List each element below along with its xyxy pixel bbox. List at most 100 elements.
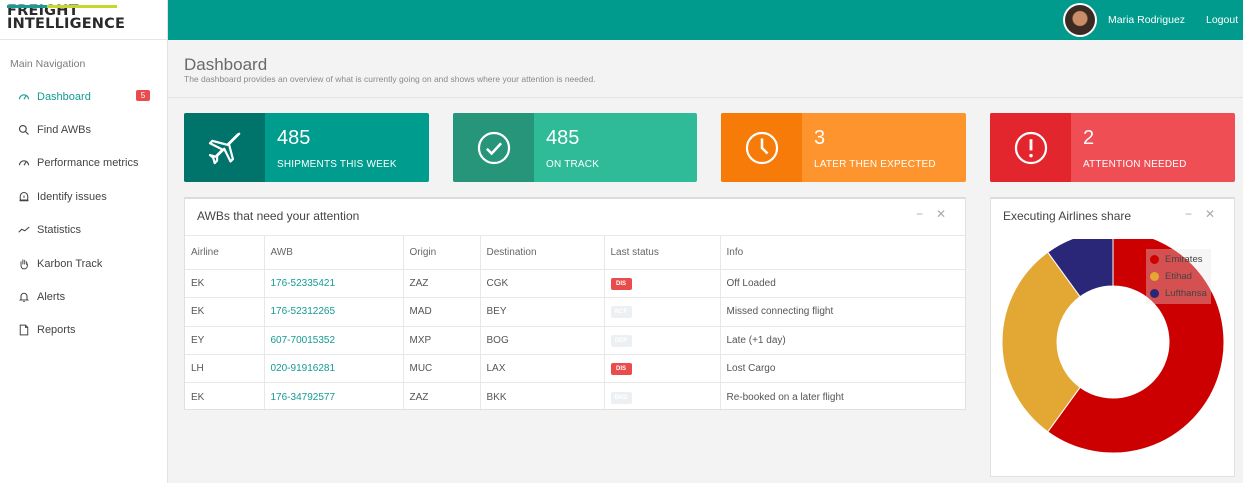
legend-label: Emirates (1165, 254, 1203, 265)
column-header-airline[interactable]: Airline (185, 235, 264, 270)
sidebar-item-statistics[interactable]: Statistics (0, 214, 167, 247)
cell-destination: LAX (479, 353, 604, 383)
legend-swatch (1150, 272, 1159, 281)
awb-link[interactable]: 020-91916281 (263, 353, 403, 383)
document-icon (17, 324, 30, 337)
cell-origin: MXP (402, 325, 480, 355)
sidebar-item-alerts[interactable]: Alerts (0, 280, 167, 313)
stat-card-late[interactable]: 3 LATER THEN EXPECTED (721, 113, 966, 182)
exclamation-circle-icon (990, 113, 1071, 182)
page-subtitle: The dashboard provides an overview of wh… (184, 74, 596, 84)
table-row[interactable]: EK 176-52335421 ZAZ CGK DIS Off Loaded (185, 268, 965, 298)
cell-info: Late (+1 day) (719, 325, 965, 355)
column-header-awb[interactable]: AWB (263, 235, 403, 270)
sidebar-item-reports[interactable]: Reports (0, 314, 167, 347)
cell-destination: CGK (479, 268, 604, 298)
sidebar-item-label: Alerts (37, 291, 66, 304)
sidebar-item-identify-issues[interactable]: Identify issues (0, 180, 167, 213)
brand-logo[interactable]: FREIGHT INTELLIGENCE (0, 0, 167, 40)
legend-item-emirates[interactable]: Emirates (1150, 251, 1207, 268)
stat-value: 2 (1083, 127, 1095, 149)
cell-airline: EK (185, 382, 264, 411)
close-button[interactable]: ✕ (936, 207, 946, 221)
alert-icon (17, 190, 30, 203)
column-header-info[interactable]: Info (719, 235, 965, 270)
stat-value: 485 (546, 127, 580, 149)
gauge-icon (17, 90, 30, 103)
sidebar-item-performance-metrics[interactable]: Performance metrics (0, 147, 167, 180)
legend-item-etihad[interactable]: Etihad (1150, 268, 1207, 285)
stat-value: 3 (814, 127, 826, 149)
logo-accent-lime (47, 5, 117, 8)
search-icon (17, 124, 30, 137)
table-row[interactable]: EK 176-52312265 MAD BEY RCF Missed conne… (185, 297, 965, 327)
stat-label: SHIPMENTS THIS WEEK (277, 159, 397, 170)
cell-airline: EY (185, 325, 264, 355)
cell-info: Missed connecting flight (719, 297, 965, 327)
trend-icon (17, 224, 30, 237)
user-name-link[interactable]: Maria Rodriguez (1108, 14, 1185, 26)
table-row[interactable]: EK 176-34792577 ZAZ BKK BKD Re-booked on… (185, 382, 965, 411)
cell-status: DIS (603, 353, 720, 383)
avatar[interactable] (1063, 3, 1097, 37)
close-button[interactable]: ✕ (1205, 207, 1215, 221)
stat-label: LATER THEN EXPECTED (814, 159, 936, 170)
table-row[interactable]: EY 607-70015352 MXP BOG DEP Late (+1 day… (185, 325, 965, 355)
cell-info: Off Loaded (719, 268, 965, 298)
minimize-button[interactable]: − (916, 207, 923, 221)
cell-origin: MUC (402, 353, 480, 383)
nav-section-title: Main Navigation (10, 58, 86, 70)
brand-line2: INTELLIGENCE (7, 16, 126, 32)
stat-card-on-track[interactable]: 485 ON TRACK (453, 113, 697, 182)
cell-status: DIS (603, 268, 720, 298)
logo-accent-teal (7, 5, 47, 8)
column-header-origin[interactable]: Origin (402, 235, 480, 270)
panel-title: Executing Airlines share (1003, 209, 1132, 223)
table-header-row: Airline AWB Origin Destination Last stat… (185, 235, 965, 270)
sidebar: FREIGHT INTELLIGENCE Main Navigation Das… (0, 0, 168, 483)
sidebar-item-label: Identify issues (37, 190, 107, 203)
cell-status: BKD (603, 382, 720, 411)
table-row[interactable]: LH 020-91916281 MUC LAX DIS Lost Cargo (185, 353, 965, 383)
clock-icon (721, 113, 802, 182)
awb-link[interactable]: 176-52312265 (263, 297, 403, 327)
awb-attention-panel: AWBs that need your attention − ✕ Airlin… (184, 197, 966, 411)
sidebar-item-label: Statistics (37, 224, 82, 237)
stat-label: ON TRACK (546, 159, 600, 170)
awb-link[interactable]: 607-70015352 (263, 325, 403, 355)
sidebar-item-dashboard[interactable]: Dashboard 5 (0, 80, 167, 113)
sidebar-item-find-awbs[interactable]: Find AWBs (0, 113, 167, 146)
chart-legend: Emirates Etihad Lufthansa (1146, 249, 1211, 304)
legend-item-lufthansa[interactable]: Lufthansa (1150, 285, 1207, 302)
check-circle-icon (453, 113, 534, 182)
awb-link[interactable]: 176-52335421 (263, 268, 403, 298)
legend-label: Etihad (1165, 271, 1192, 282)
stat-card-shipments[interactable]: 485 SHIPMENTS THIS WEEK (184, 113, 429, 182)
status-badge: DEP (610, 334, 632, 347)
sidebar-item-karbon-track[interactable]: Karbon Track (0, 247, 167, 280)
airline-share-panel: Executing Airlines share − ✕ Emirates Eti… (990, 197, 1235, 477)
cell-destination: BEY (479, 297, 604, 327)
panel-tools: − ✕ (916, 207, 946, 221)
cell-info: Re-booked on a later flight (719, 382, 965, 411)
cell-origin: MAD (402, 297, 480, 327)
top-header: Maria Rodriguez Logout (168, 0, 1243, 40)
cell-status: RCF (603, 297, 720, 327)
cell-destination: BOG (479, 325, 604, 355)
stat-card-attention[interactable]: 2 ATTENTION NEEDED (990, 113, 1235, 182)
notification-badge: 5 (136, 90, 150, 101)
legend-swatch (1150, 255, 1159, 264)
cell-info: Lost Cargo (719, 353, 965, 383)
sidebar-item-label: Karbon Track (37, 257, 103, 270)
sidebar-item-label: Dashboard (37, 90, 91, 103)
minimize-button[interactable]: − (1185, 207, 1192, 221)
stat-label: ATTENTION NEEDED (1083, 159, 1187, 170)
status-badge: RCF (610, 306, 632, 319)
sidebar-item-label: Reports (37, 324, 76, 337)
logout-link[interactable]: Logout (1206, 14, 1238, 26)
awb-link[interactable]: 176-34792577 (263, 382, 403, 411)
column-header-destination[interactable]: Destination (479, 235, 604, 270)
stat-value: 485 (277, 127, 311, 149)
sidebar-item-label: Performance metrics (37, 157, 139, 170)
column-header-last-status[interactable]: Last status (603, 235, 720, 270)
